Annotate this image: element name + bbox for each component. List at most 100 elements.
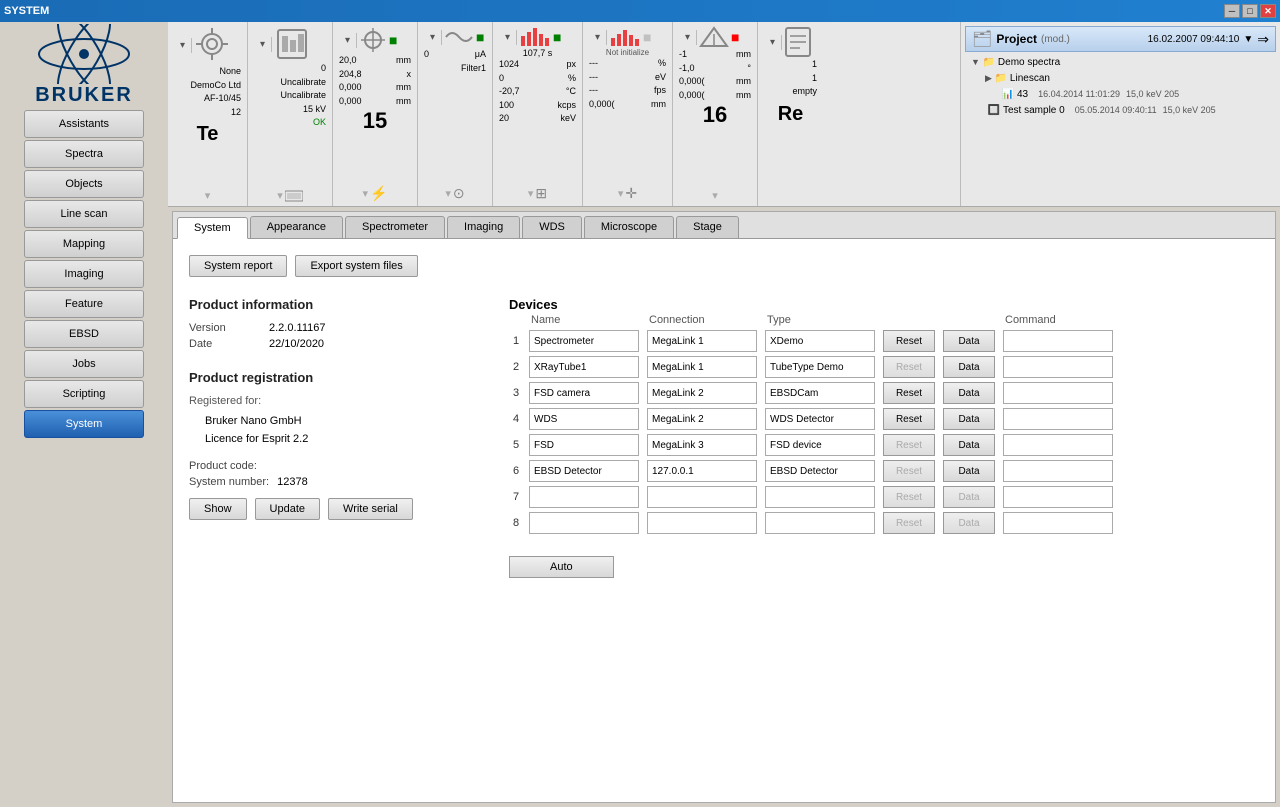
export-files-button[interactable]: Export system files — [295, 255, 417, 277]
tree-item-demo-spectra[interactable]: ▼ 📁 Demo spectra — [969, 54, 1276, 70]
device-connection-input-2[interactable] — [647, 356, 757, 378]
data-button-6[interactable]: Data — [943, 460, 995, 482]
data-button-4[interactable]: Data — [943, 408, 995, 430]
device-type-input-6[interactable] — [765, 460, 875, 482]
sidebar-item-system[interactable]: System — [24, 410, 144, 438]
data-button-8[interactable]: Data — [943, 512, 995, 534]
auto-button[interactable]: Auto — [509, 556, 614, 578]
device-name-input-2[interactable] — [529, 356, 639, 378]
device-command-input-3[interactable] — [1003, 382, 1113, 404]
device-connection-input-5[interactable] — [647, 434, 757, 456]
toolbar-microscope-chevron[interactable]: ▾ — [174, 38, 192, 53]
device-type-input-8[interactable] — [765, 512, 875, 534]
device-name-input-5[interactable] — [529, 434, 639, 456]
toolbar-eds-chevron[interactable]: ▾ — [589, 30, 607, 45]
device-connection-input-3[interactable] — [647, 382, 757, 404]
device-name-input-4[interactable] — [529, 408, 639, 430]
sidebar-item-objects[interactable]: Objects — [24, 170, 144, 198]
tab-microscope[interactable]: Microscope — [584, 216, 674, 238]
device-command-input-2[interactable] — [1003, 356, 1113, 378]
data-button-5[interactable]: Data — [943, 434, 995, 456]
device-name-input-6[interactable] — [529, 460, 639, 482]
maximize-button[interactable]: □ — [1242, 4, 1258, 18]
device-type-input-3[interactable] — [765, 382, 875, 404]
sidebar-item-mapping[interactable]: Mapping — [24, 230, 144, 258]
data-button-2[interactable]: Data — [943, 356, 995, 378]
row-command-6 — [999, 458, 1117, 484]
sidebar-item-scripting[interactable]: Scripting — [24, 380, 144, 408]
reset-button-8[interactable]: Reset — [883, 512, 935, 534]
tab-wds[interactable]: WDS — [522, 216, 582, 238]
toolbar-detector: ▾ 0 Uncalibrate Uncalibrate 15 kV — [248, 22, 333, 206]
device-connection-input-1[interactable] — [647, 330, 757, 352]
data-button-1[interactable]: Data — [943, 330, 995, 352]
project-dropdown[interactable]: ▼ — [1243, 34, 1253, 45]
device-name-input-8[interactable] — [529, 512, 639, 534]
reset-button-7[interactable]: Reset — [883, 486, 935, 508]
toolbar-spectrum-chevron[interactable]: ▾ — [499, 30, 517, 45]
reset-button-2[interactable]: Reset — [883, 356, 935, 378]
tree-item-linescan[interactable]: ▶ 📁 Linescan — [969, 70, 1276, 86]
sidebar-item-spectra[interactable]: Spectra — [24, 140, 144, 168]
tree-item-43[interactable]: 📊 43 16.04.2014 11:01:29 15,0 keV 205 — [969, 86, 1276, 102]
tree-item-test-sample[interactable]: 🔲 Test sample 0 05.05.2014 09:40:11 15,0… — [969, 102, 1276, 118]
device-command-input-1[interactable] — [1003, 330, 1113, 352]
sidebar-item-feature[interactable]: Feature — [24, 290, 144, 318]
write-serial-button[interactable]: Write serial — [328, 498, 413, 520]
reset-button-1[interactable]: Reset — [883, 330, 935, 352]
device-type-input-2[interactable] — [765, 356, 875, 378]
device-connection-input-7[interactable] — [647, 486, 757, 508]
sidebar-item-imaging[interactable]: Imaging — [24, 260, 144, 288]
reset-button-3[interactable]: Reset — [883, 382, 935, 404]
row-name-4 — [525, 406, 643, 432]
minimize-button[interactable]: ─ — [1224, 4, 1240, 18]
sidebar-item-jobs[interactable]: Jobs — [24, 350, 144, 378]
data-button-3[interactable]: Data — [943, 382, 995, 404]
device-command-input-7[interactable] — [1003, 486, 1113, 508]
row-num-2: 2 — [509, 354, 525, 380]
show-button[interactable]: Show — [189, 498, 247, 520]
tab-stage[interactable]: Stage — [676, 216, 739, 238]
devices-section: Devices Name Connecti — [509, 297, 1117, 578]
row-name-8 — [525, 510, 643, 536]
update-button[interactable]: Update — [255, 498, 320, 520]
toolbar-beam-chevron[interactable]: ▾ — [339, 33, 357, 48]
tab-system[interactable]: System — [177, 217, 248, 239]
device-command-input-6[interactable] — [1003, 460, 1113, 482]
system-report-button[interactable]: System report — [189, 255, 287, 277]
device-name-input-3[interactable] — [529, 382, 639, 404]
device-name-input-7[interactable] — [529, 486, 639, 508]
reset-button-5[interactable]: Reset — [883, 434, 935, 456]
device-connection-input-6[interactable] — [647, 460, 757, 482]
toolbar-detector-chevron[interactable]: ▾ — [254, 37, 272, 52]
row-num-3: 3 — [509, 380, 525, 406]
device-command-input-4[interactable] — [1003, 408, 1113, 430]
sidebar-item-linescan[interactable]: Line scan — [24, 200, 144, 228]
tab-appearance[interactable]: Appearance — [250, 216, 343, 238]
device-type-input-4[interactable] — [765, 408, 875, 430]
reset-button-4[interactable]: Reset — [883, 408, 935, 430]
row-name-2 — [525, 354, 643, 380]
row-name-1 — [525, 328, 643, 354]
device-connection-input-4[interactable] — [647, 408, 757, 430]
device-type-input-5[interactable] — [765, 434, 875, 456]
tab-imaging[interactable]: Imaging — [447, 216, 520, 238]
toolbar-report-chevron[interactable]: ▾ — [764, 35, 782, 50]
device-command-input-5[interactable] — [1003, 434, 1113, 456]
device-type-input-7[interactable] — [765, 486, 875, 508]
close-button[interactable]: ✕ — [1260, 4, 1276, 18]
toolbar-current-chevron[interactable]: ▾ — [424, 30, 442, 45]
tab-spectrometer[interactable]: Spectrometer — [345, 216, 445, 238]
toolbar-stage-chevron[interactable]: ▾ — [679, 30, 697, 45]
reset-button-6[interactable]: Reset — [883, 460, 935, 482]
device-command-input-8[interactable] — [1003, 512, 1113, 534]
device-type-input-1[interactable] — [765, 330, 875, 352]
project-arrow-right[interactable]: ⇒ — [1257, 31, 1269, 48]
row-type-1 — [761, 328, 879, 354]
sidebar-item-ebsd[interactable]: EBSD — [24, 320, 144, 348]
sidebar-item-assistants[interactable]: Assistants — [24, 110, 144, 138]
data-button-7[interactable]: Data — [943, 486, 995, 508]
device-connection-input-8[interactable] — [647, 512, 757, 534]
left-column: Product information Version 2.2.0.11167 … — [189, 297, 469, 578]
device-name-input-1[interactable] — [529, 330, 639, 352]
